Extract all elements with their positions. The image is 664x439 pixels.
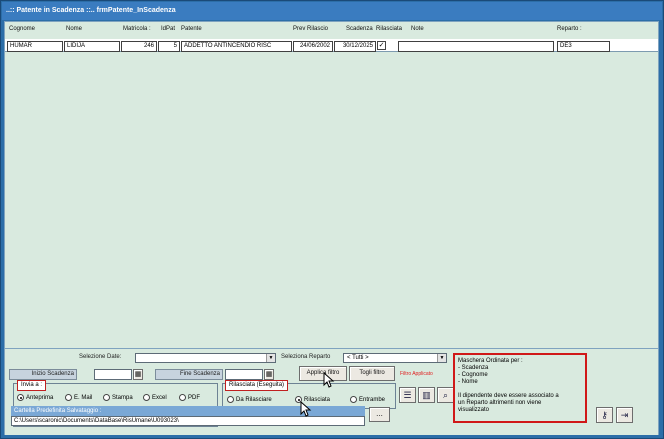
header-nome: Nome	[66, 26, 83, 32]
header-prev-rilascio: Prev Rilascio	[293, 26, 329, 32]
filter-status-label: Filtro Applicato	[400, 371, 433, 377]
radio-dot-icon[interactable]	[143, 394, 150, 401]
seleziona-reparto-value: < Tutti >	[347, 355, 369, 361]
cell-matricola[interactable]: 246	[121, 41, 157, 52]
info-line: un Reparto altrimenti non viene	[458, 400, 542, 406]
cartella-path-input[interactable]: C:\Users\scaronic\Documents\DataBase\Ris…	[11, 416, 365, 426]
radio-pdf[interactable]: PDF	[179, 394, 200, 403]
radio-entrambe[interactable]: Entrambe	[350, 396, 385, 405]
header-rilasciata: Rilasciata	[376, 26, 403, 32]
radio-dot-icon[interactable]	[227, 396, 234, 403]
inizio-scadenza-input[interactable]	[94, 369, 132, 380]
radio-dot-icon[interactable]	[65, 394, 72, 401]
seleziona-reparto-label: Seleziona Reparto	[281, 354, 331, 360]
cell-patente[interactable]: ADDETTO ANTINCENDIO RISC	[181, 41, 292, 52]
cell-scadenza[interactable]: 30/12/2025	[334, 41, 376, 52]
info-line: visualizzato	[458, 407, 490, 413]
form-client-area: Cognome Nome Matricola : IdPat Patente P…	[4, 21, 659, 435]
window-title: ..:: Patente in Scadenza ::.. frmPatente…	[2, 2, 662, 20]
mouse-cursor-icon	[300, 401, 312, 417]
togli-filtro-button[interactable]: Togli filtro	[349, 366, 395, 381]
radio-dot-icon[interactable]	[17, 394, 24, 401]
table-row[interactable]: HUMAR LIDIJA 246 5 ADDETTO ANTINCENDIO R…	[5, 39, 658, 52]
header-idpat: IdPat	[161, 26, 176, 32]
calendar-icon[interactable]: ▦	[133, 369, 143, 380]
radio-email[interactable]: E. Mail	[65, 394, 92, 403]
info-line: - Nome	[458, 379, 478, 385]
header-reparto: Reparto :	[557, 26, 582, 32]
header-patente: Patente	[181, 26, 202, 32]
column-header-row: Cognome Nome Matricola : IdPat Patente P…	[5, 22, 658, 39]
rilasciata-group-title: Rilasciata (Eseguita)	[225, 380, 289, 391]
preview-icon[interactable]: ⌕	[437, 387, 454, 403]
report-icon[interactable]: ☰	[399, 387, 416, 403]
chevron-down-icon[interactable]: ▼	[437, 354, 446, 362]
seleziona-reparto-combo[interactable]: < Tutti > ▼	[343, 353, 447, 363]
fine-scadenza-input[interactable]	[225, 369, 263, 380]
selezione-date-combo[interactable]: ▼	[135, 353, 276, 363]
header-matricola: Matricola :	[123, 26, 151, 32]
key-icon[interactable]: ⚷	[596, 407, 613, 423]
radio-dot-icon[interactable]	[350, 396, 357, 403]
header-cognome: Cognome	[9, 26, 36, 32]
invia-group-title: Invia a :	[17, 380, 47, 391]
records-list-area	[5, 52, 658, 348]
chart-icon[interactable]: ▥	[418, 387, 435, 403]
filter-footer: Selezione Date: ▼ Seleziona Reparto < Tu…	[5, 348, 658, 435]
info-note-box: Maschera Ordinata per : - Scadenza - Cog…	[453, 353, 587, 423]
header-note: Note	[411, 26, 424, 32]
cell-prev-rilascio[interactable]: 24/06/2002	[293, 41, 333, 52]
cell-idpat[interactable]: 5	[158, 41, 180, 52]
radio-dot-icon[interactable]	[179, 394, 186, 401]
calendar-icon[interactable]: ▦	[264, 369, 274, 380]
radio-dot-icon[interactable]	[103, 394, 110, 401]
header-scadenza: Scadenza	[346, 26, 373, 32]
selezione-date-label: Selezione Date:	[79, 354, 122, 360]
inizio-scadenza-label: Inizio Scadenza	[9, 369, 77, 380]
fine-scadenza-label: Fine Scadenza	[155, 369, 223, 380]
cell-rilasciata-checkbox[interactable]: ✓	[377, 41, 386, 50]
info-line: Il dipendente deve essere associato a	[458, 393, 559, 399]
cell-cognome[interactable]: HUMAR	[7, 41, 63, 52]
cell-nome[interactable]: LIDIJA	[64, 41, 120, 52]
radio-excel[interactable]: Excel	[143, 394, 167, 403]
radio-stampa[interactable]: Stampa	[103, 394, 133, 403]
info-line: Maschera Ordinata per :	[458, 358, 523, 364]
radio-anteprima[interactable]: Anteprima	[17, 394, 53, 403]
browse-folder-button[interactable]: ...	[369, 407, 390, 422]
info-line: - Scadenza	[458, 365, 489, 371]
radio-da-rilasciare[interactable]: Da Rilasciare	[227, 396, 272, 405]
chevron-down-icon[interactable]: ▼	[266, 354, 275, 362]
app-window: ..:: Patente in Scadenza ::.. frmPatente…	[0, 0, 664, 439]
mouse-cursor-icon	[323, 372, 335, 388]
exit-icon[interactable]: ⇥	[616, 407, 633, 423]
cell-reparto[interactable]: DE3	[557, 41, 610, 52]
cell-note[interactable]	[398, 41, 554, 52]
info-line: - Cognome	[458, 372, 488, 378]
